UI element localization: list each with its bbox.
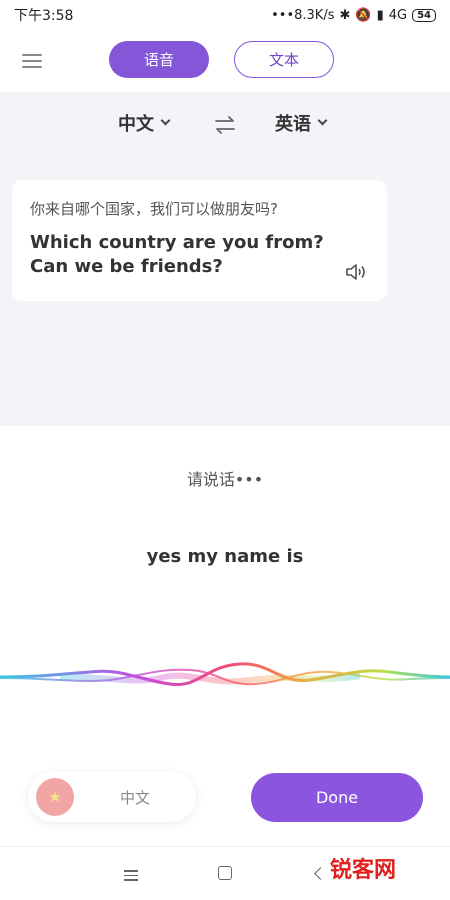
tab-text[interactable]: 文本 — [234, 41, 334, 78]
chevron-down-icon — [317, 115, 328, 126]
translation-panel: 中文 英语 你来自哪个国家，我们可以做朋友吗? Which country ar… — [0, 92, 450, 426]
nav-menu-icon[interactable] — [124, 867, 138, 881]
speak-prompt: 请说话••• — [186, 470, 264, 489]
network-speed: •••8.3K/s — [271, 7, 335, 23]
swap-icon[interactable] — [214, 116, 236, 134]
nav-back-icon[interactable] — [314, 867, 327, 880]
china-flag-icon: ★ — [36, 778, 74, 816]
tab-voice[interactable]: 语音 — [109, 41, 209, 78]
input-language-pill[interactable]: ★ 中文 — [28, 772, 196, 822]
speaker-icon[interactable] — [345, 263, 367, 281]
watermark-logo: 锐客网 — [330, 858, 397, 883]
mute-icon: 🔕 — [355, 7, 372, 23]
menu-icon[interactable] — [22, 50, 42, 70]
battery-indicator: 54 — [412, 8, 436, 22]
recognized-text: yes my name is — [146, 546, 304, 567]
target-language-selector[interactable]: 英语 — [275, 110, 328, 136]
status-icons: •••8.3K/s ✱ 🔕 ▮ 4G 54 — [271, 8, 436, 23]
bluetooth-icon: ✱ — [339, 7, 351, 23]
language-selector-bar: 中文 英语 — [0, 110, 450, 140]
translated-text: Which country are you from? Can we be fr… — [30, 232, 324, 277]
header: 语音 文本 — [0, 30, 450, 92]
status-time: 下午3:58 — [14, 8, 74, 24]
done-button[interactable]: Done — [251, 773, 423, 822]
voice-waveform — [0, 662, 450, 686]
network-type: 4G — [388, 7, 408, 23]
nav-home-icon[interactable] — [218, 866, 232, 880]
signal-icon: ▮ — [376, 7, 384, 23]
source-text: 你来自哪个国家，我们可以做朋友吗? — [30, 200, 278, 218]
source-language-selector[interactable]: 中文 — [118, 110, 171, 136]
chevron-down-icon — [160, 115, 171, 126]
target-language-label: 英语 — [275, 114, 311, 135]
input-language-label: 中文 — [120, 788, 151, 807]
translation-card[interactable]: 你来自哪个国家，我们可以做朋友吗? Which country are you … — [12, 180, 387, 301]
source-language-label: 中文 — [118, 114, 154, 135]
status-bar: 下午3:58 •••8.3K/s ✱ 🔕 ▮ 4G 54 — [0, 0, 450, 30]
